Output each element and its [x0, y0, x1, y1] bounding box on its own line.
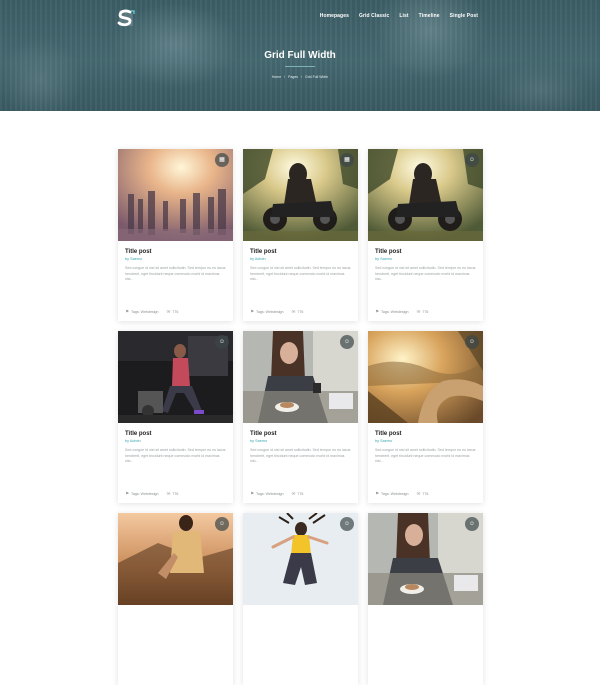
post-title[interactable]: Title post: [250, 249, 351, 255]
post-thumbnail[interactable]: ☺: [368, 149, 483, 241]
comment-count[interactable]: 776: [297, 310, 303, 314]
post-card[interactable]: ☺ Title post by Saemo Sed congue id nisl…: [368, 149, 483, 321]
user-icon[interactable]: ☺: [465, 153, 479, 167]
title-divider: [285, 66, 315, 67]
nav-item-timeline[interactable]: Timeline: [419, 13, 440, 19]
author-link[interactable]: Admin: [130, 439, 141, 443]
author-link[interactable]: Admin: [255, 257, 266, 261]
nav-item-grid-classic[interactable]: Grid Classic: [359, 13, 389, 19]
comment-icon: ✉: [166, 309, 171, 314]
comment-count[interactable]: 776: [172, 310, 178, 314]
post-card[interactable]: ☺: [118, 513, 233, 685]
user-icon[interactable]: ☺: [465, 517, 479, 531]
comment-icon: ✉: [291, 309, 296, 314]
post-thumbnail[interactable]: ☺: [243, 513, 358, 605]
comment-icon: ✉: [291, 491, 296, 496]
post-title[interactable]: Title post: [125, 249, 226, 255]
post-thumbnail[interactable]: ☺: [368, 513, 483, 605]
comment-icon: ✉: [416, 309, 421, 314]
post-excerpt: Sed congue id nisl sit amet sollicitudin…: [375, 266, 476, 281]
tag-icon: ⚑: [250, 491, 255, 496]
page-title: Grid Full Width: [264, 50, 336, 61]
post-card[interactable]: ☺ Title post by Saemo Sed congue id nisl…: [243, 331, 358, 503]
post-tags[interactable]: Tags: Webdesign: [256, 492, 284, 496]
breadcrumb-current: Grid Full Width: [305, 75, 329, 79]
post-title[interactable]: Title post: [250, 431, 351, 437]
post-meta: ⚑ Tags: Webdesign ✉ 776: [125, 309, 178, 315]
comment-icon: ✉: [166, 491, 171, 496]
breadcrumb-home[interactable]: Home: [272, 75, 281, 79]
post-title[interactable]: Title post: [125, 431, 226, 437]
comment-count[interactable]: 776: [172, 492, 178, 496]
user-icon[interactable]: ☺: [215, 517, 229, 531]
comment-count[interactable]: 776: [297, 492, 303, 496]
user-icon[interactable]: ☺: [465, 335, 479, 349]
post-meta: ⚑ Tags: Webdesign ✉ 776: [250, 491, 303, 497]
tag-icon: ⚑: [125, 491, 130, 496]
author-link[interactable]: Saemo: [380, 257, 392, 261]
post-meta: ⚑ Tags: Webdesign ✉ 776: [125, 491, 178, 497]
breadcrumb-separator: /: [301, 75, 303, 79]
post-excerpt: Sed congue id nisl sit amet sollicitudin…: [250, 266, 351, 281]
post-tags[interactable]: Tags: Webdesign: [381, 492, 409, 496]
post-card[interactable]: ▦ Title post by Admin Sed congue id nisl…: [243, 149, 358, 321]
post-author: by Admin: [250, 257, 266, 261]
post-author: by Admin: [125, 439, 141, 443]
page-header: Homepages Grid Classic List Timeline Sin…: [0, 0, 600, 111]
tag-icon: ⚑: [375, 491, 380, 496]
gallery-icon[interactable]: ▦: [215, 153, 229, 167]
post-author: by Saemo: [375, 439, 393, 443]
gallery-icon[interactable]: ▦: [340, 153, 354, 167]
post-card[interactable]: ☺ Title post by Admin Sed congue id nisl…: [118, 331, 233, 503]
breadcrumb-separator: /: [284, 75, 286, 79]
post-thumbnail[interactable]: ☺: [368, 331, 483, 423]
post-excerpt: Sed congue id nisl sit amet sollicitudin…: [125, 266, 226, 281]
post-excerpt: Sed congue id nisl sit amet sollicitudin…: [375, 448, 476, 463]
site-logo[interactable]: [116, 8, 136, 28]
post-author: by Saemo: [125, 257, 143, 261]
post-tags[interactable]: Tags: Webdesign: [256, 310, 284, 314]
comment-count[interactable]: 776: [422, 310, 428, 314]
post-thumbnail[interactable]: ▦: [118, 149, 233, 241]
post-card[interactable]: ☺: [368, 513, 483, 685]
author-link[interactable]: Saemo: [130, 257, 142, 261]
post-title[interactable]: Title post: [375, 249, 476, 255]
user-icon[interactable]: ☺: [340, 517, 354, 531]
tag-icon: ⚑: [125, 309, 130, 314]
post-tags[interactable]: Tags: Webdesign: [131, 310, 159, 314]
post-card[interactable]: ☺ Title post by Saemo Sed congue id nisl…: [368, 331, 483, 503]
breadcrumb: Home / Pages / Grid Full Width: [0, 75, 600, 79]
comment-icon: ✉: [416, 491, 421, 496]
comment-count[interactable]: 776: [422, 492, 428, 496]
post-tags[interactable]: Tags: Webdesign: [381, 310, 409, 314]
post-thumbnail[interactable]: ☺: [118, 513, 233, 605]
post-thumbnail[interactable]: ☺: [243, 331, 358, 423]
post-card[interactable]: ▦ Title post by Saemo Sed congue id nisl…: [118, 149, 233, 321]
user-icon[interactable]: ☺: [215, 335, 229, 349]
post-author: by Saemo: [375, 257, 393, 261]
tag-icon: ⚑: [375, 309, 380, 314]
main-nav: Homepages Grid Classic List Timeline Sin…: [320, 13, 478, 19]
tag-icon: ⚑: [250, 309, 255, 314]
nav-item-single-post[interactable]: Single Post: [450, 13, 478, 19]
author-link[interactable]: Saemo: [380, 439, 392, 443]
post-thumbnail[interactable]: ☺: [118, 331, 233, 423]
breadcrumb-pages[interactable]: Pages: [288, 75, 298, 79]
logo-icon: [117, 9, 135, 27]
post-meta: ⚑ Tags: Webdesign ✉ 776: [250, 309, 303, 315]
post-excerpt: Sed congue id nisl sit amet sollicitudin…: [125, 448, 226, 463]
post-title[interactable]: Title post: [375, 431, 476, 437]
post-author: by Saemo: [250, 439, 268, 443]
author-link[interactable]: Saemo: [255, 439, 267, 443]
post-meta: ⚑ Tags: Webdesign ✉ 776: [375, 309, 428, 315]
post-card[interactable]: ☺: [243, 513, 358, 685]
user-icon[interactable]: ☺: [340, 335, 354, 349]
post-excerpt: Sed congue id nisl sit amet sollicitudin…: [250, 448, 351, 463]
post-meta: ⚑ Tags: Webdesign ✉ 776: [375, 491, 428, 497]
nav-item-list[interactable]: List: [399, 13, 408, 19]
post-thumbnail[interactable]: ▦: [243, 149, 358, 241]
nav-item-homepages[interactable]: Homepages: [320, 13, 349, 19]
post-tags[interactable]: Tags: Webdesign: [131, 492, 159, 496]
